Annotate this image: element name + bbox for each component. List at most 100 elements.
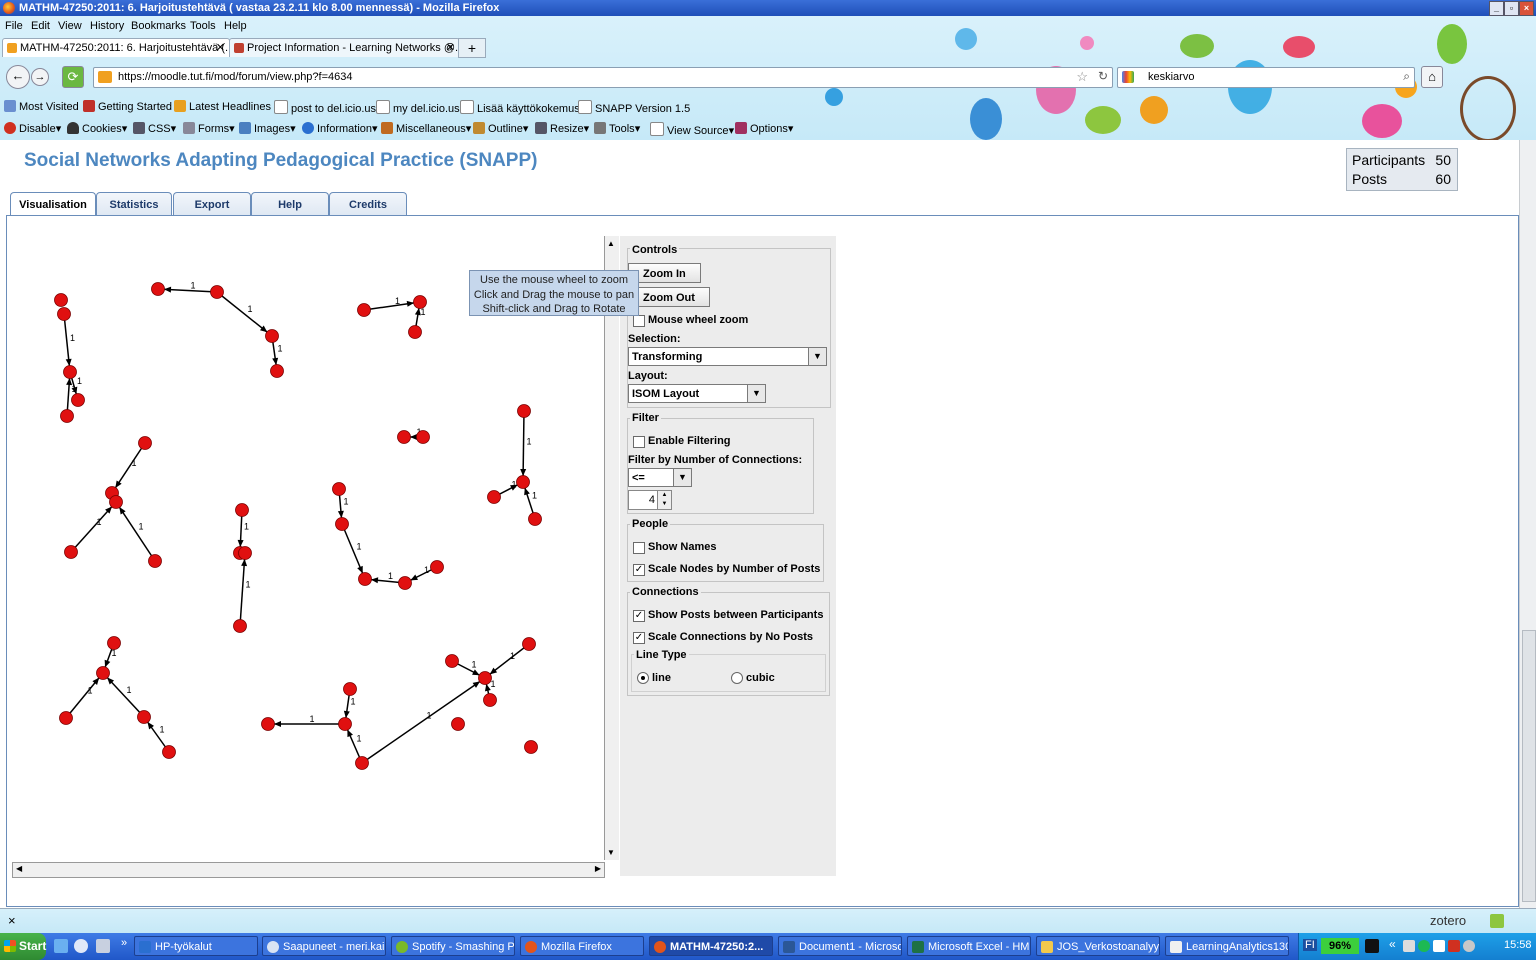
taskbar-item-document[interactable]: LearningAnalytics130...: [1165, 936, 1289, 956]
google-search-icon[interactable]: [1122, 71, 1134, 83]
graph-node[interactable]: [54, 293, 68, 307]
graph-node[interactable]: [261, 717, 275, 731]
menu-bookmarks[interactable]: Bookmarks: [131, 20, 186, 32]
graph-node[interactable]: [137, 710, 151, 724]
graph-node[interactable]: [235, 503, 249, 517]
chevron-down-icon[interactable]: ▼: [808, 348, 826, 365]
graph-node[interactable]: [357, 303, 371, 317]
devtool-css[interactable]: CSS▾: [133, 122, 176, 135]
enable-filtering-checkbox[interactable]: [633, 436, 645, 448]
addon-icon[interactable]: [1490, 914, 1504, 928]
graph-node[interactable]: [522, 637, 536, 651]
bookmark-latest-headlines[interactable]: Latest Headlines: [174, 100, 271, 113]
devtool-information[interactable]: Information▾: [302, 122, 378, 135]
devtool-outline[interactable]: Outline▾: [473, 122, 528, 135]
graph-node[interactable]: [60, 409, 74, 423]
window-title-bar[interactable]: MATHM-47250:2011: 6. Harjoitustehtävä ( …: [0, 0, 1536, 16]
close-window-button[interactable]: ×: [1519, 1, 1534, 16]
graph-node[interactable]: [517, 404, 531, 418]
scale-nodes-checkbox[interactable]: ✓: [633, 564, 645, 576]
graph-node[interactable]: [233, 619, 247, 633]
search-bar[interactable]: keskiarvo ⌕: [1117, 67, 1415, 88]
chevron-down-icon[interactable]: ▼: [673, 469, 691, 486]
graph-node[interactable]: [96, 666, 110, 680]
graph-node[interactable]: [516, 475, 530, 489]
graph-node[interactable]: [398, 576, 412, 590]
refresh-icon[interactable]: ↻: [1098, 69, 1108, 83]
graph-node[interactable]: [162, 745, 176, 759]
minimize-button[interactable]: _: [1489, 1, 1504, 16]
devtool-resize[interactable]: Resize▾: [535, 122, 589, 135]
quicklaunch-more-icon[interactable]: »: [121, 937, 127, 949]
mouse-wheel-zoom-checkbox[interactable]: [633, 315, 645, 327]
graph-node[interactable]: [107, 636, 121, 650]
tab-credits[interactable]: Credits: [329, 192, 407, 215]
tray-expand-icon[interactable]: «: [1389, 937, 1396, 951]
taskbar-item-word[interactable]: Document1 - Microso...: [778, 936, 902, 956]
forward-button[interactable]: →: [31, 68, 49, 86]
graph-node[interactable]: [397, 430, 411, 444]
bookmark-most-visited[interactable]: Most Visited: [4, 100, 79, 113]
graph-node[interactable]: [355, 756, 369, 770]
quicklaunch-icon[interactable]: [96, 939, 110, 953]
devtool-miscellaneous[interactable]: Miscellaneous▾: [381, 122, 471, 135]
menu-tools[interactable]: Tools: [190, 20, 216, 32]
antivirus-icon[interactable]: [1448, 940, 1460, 952]
selection-dropdown[interactable]: Transforming ▼: [628, 347, 827, 366]
menu-view[interactable]: View: [58, 20, 82, 32]
spinner-up-icon[interactable]: ▲: [657, 491, 671, 500]
tab-statistics[interactable]: Statistics: [96, 192, 172, 215]
menu-edit[interactable]: Edit: [31, 20, 50, 32]
scroll-left-icon[interactable]: ◀: [16, 864, 22, 873]
taskbar-item-hp[interactable]: HP-työkalut: [134, 936, 258, 956]
graph-node[interactable]: [148, 554, 162, 568]
layout-dropdown[interactable]: ISOM Layout ▼: [628, 384, 766, 403]
close-tab-icon[interactable]: ✕: [216, 39, 225, 57]
devtool-images[interactable]: Images▾: [239, 122, 296, 135]
power-plug-icon[interactable]: [1365, 939, 1379, 953]
language-indicator[interactable]: FI: [1303, 939, 1317, 951]
graph-node[interactable]: [343, 682, 357, 696]
graph-node[interactable]: [270, 364, 284, 378]
graph-node[interactable]: [528, 512, 542, 526]
bookmark-my-delicious[interactable]: my del.icio.us: [376, 100, 460, 115]
close-addon-bar-icon[interactable]: ×: [8, 913, 16, 928]
devtool-forms[interactable]: Forms▾: [183, 122, 235, 135]
cubic-radio[interactable]: [731, 672, 743, 684]
menu-file[interactable]: File: [5, 20, 23, 32]
tray-icon[interactable]: [1403, 940, 1415, 952]
tab-help[interactable]: Help: [251, 192, 329, 215]
graph-node[interactable]: [430, 560, 444, 574]
taskbar-item-moodle[interactable]: MATHM-47250:2...: [649, 936, 773, 956]
graph-node[interactable]: [109, 495, 123, 509]
browser-tab-moodle[interactable]: MATHM-47250:2011: 6. Harjoitustehtävä (.…: [2, 38, 230, 57]
graph-node[interactable]: [335, 517, 349, 531]
taskbar-item-firefox[interactable]: Mozilla Firefox: [520, 936, 644, 956]
graph-node[interactable]: [445, 654, 459, 668]
taskbar-item-excel[interactable]: Microsoft Excel - HM...: [907, 936, 1031, 956]
graph-node[interactable]: [408, 325, 422, 339]
graph-node[interactable]: [138, 436, 152, 450]
page-vertical-scrollbar[interactable]: [1519, 140, 1536, 908]
quicklaunch-icon[interactable]: [74, 939, 88, 953]
scroll-down-icon[interactable]: ▼: [607, 848, 615, 857]
filter-operator-dropdown[interactable]: <= ▼: [628, 468, 692, 487]
graph-node[interactable]: [64, 545, 78, 559]
back-button[interactable]: ←: [6, 65, 30, 89]
address-bar[interactable]: https://moodle.tut.fi/mod/forum/view.php…: [93, 67, 1113, 88]
graph-node[interactable]: [524, 740, 538, 754]
home-button[interactable]: ⌂: [1421, 66, 1443, 88]
line-radio[interactable]: [637, 672, 649, 684]
scale-connections-checkbox[interactable]: ✓: [633, 632, 645, 644]
graph-node[interactable]: [483, 693, 497, 707]
reload-button[interactable]: ⟳: [62, 66, 84, 88]
graph-node[interactable]: [332, 482, 346, 496]
graph-node[interactable]: [71, 393, 85, 407]
devtool-view-source[interactable]: View Source▾: [650, 122, 734, 137]
new-tab-button[interactable]: +: [458, 38, 486, 58]
graph-node[interactable]: [265, 329, 279, 343]
graph-node[interactable]: [57, 307, 71, 321]
graph-node[interactable]: [487, 490, 501, 504]
taskbar-item-mail[interactable]: Saapuneet - meri.kail...: [262, 936, 386, 956]
battery-indicator[interactable]: 96%: [1321, 938, 1359, 954]
